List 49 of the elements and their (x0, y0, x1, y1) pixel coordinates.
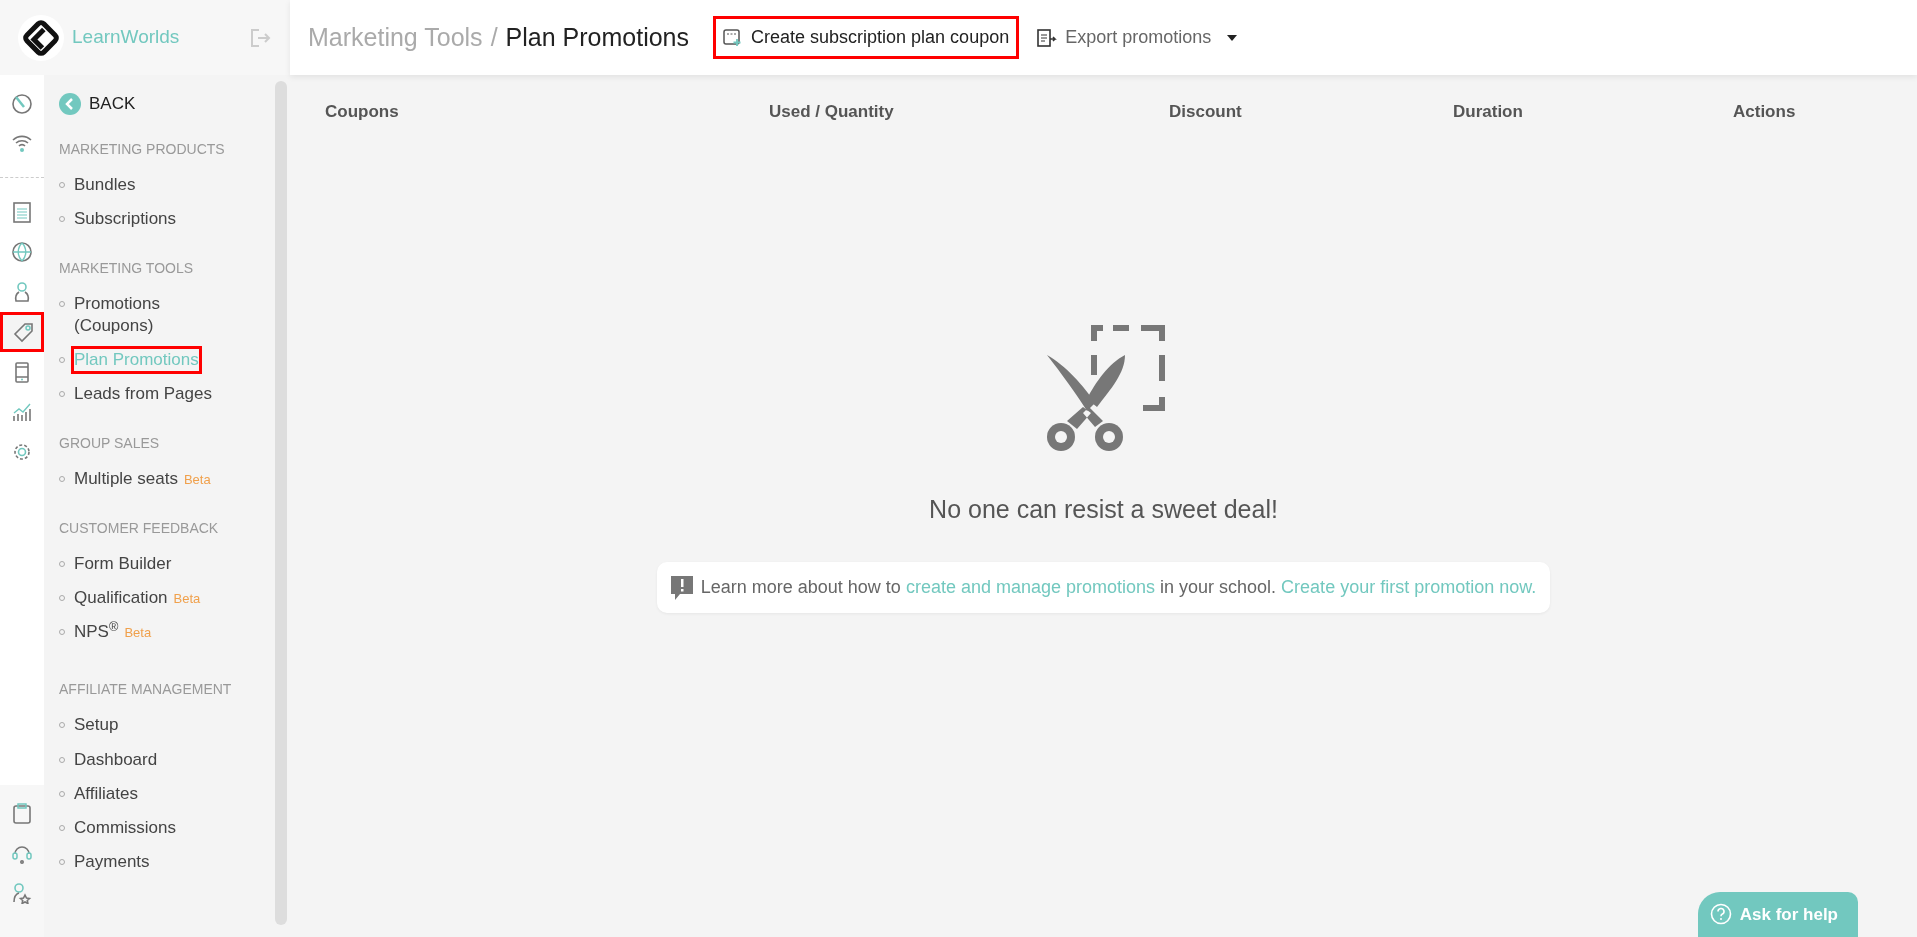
sidebar-item[interactable]: Form Builder (74, 553, 172, 576)
section-heading: AFFILIATE MANAGEMENT (59, 680, 233, 700)
sidebar-item[interactable]: Qualification (74, 587, 168, 610)
settings-icon (11, 441, 33, 463)
chart-icon (11, 401, 33, 423)
logo-icon[interactable] (18, 14, 64, 61)
beta-label: Beta (173, 590, 201, 609)
sidebar-item[interactable]: Multiple seats (74, 468, 178, 491)
sidebar-item[interactable]: NPS$^{®}$ (74, 621, 119, 644)
brand-name: LearnWorlds (72, 25, 180, 50)
page-title: Plan Promotions (505, 21, 689, 53)
caret-icon (1227, 34, 1238, 41)
column-header: Used / Quantity (769, 101, 895, 123)
section-heading: MARKETING TOOLS (59, 258, 195, 278)
section-heading: GROUP SALES (59, 434, 161, 454)
document-icon (11, 201, 33, 223)
beta-label: Beta (124, 624, 152, 643)
sidebar-item[interactable]: Subscriptions (74, 207, 177, 230)
clipboard-icon (11, 802, 33, 824)
sidebar-item[interactable]: Bundles (74, 173, 136, 196)
breadcrumb-separator: / (490, 21, 498, 53)
section-heading: CUSTOMER FEEDBACK (59, 519, 220, 539)
back-icon (59, 92, 81, 115)
empty-state-message: No one can resist a sweet deal! (929, 493, 1278, 525)
alert-icon (670, 575, 693, 600)
beta-label: Beta (183, 471, 211, 490)
sidebar-item[interactable]: Promotions (Coupons) (74, 292, 184, 337)
back-button[interactable]: BACK (59, 91, 136, 117)
column-header: Actions (1733, 101, 1797, 123)
info-text: Learn more about how to create and manage promotions in your school. Create your first promotion now. (700, 576, 1537, 599)
sidebar-item[interactable]: Payments (74, 850, 150, 873)
user-star-icon (11, 882, 33, 904)
gauge-icon (11, 92, 33, 114)
sidebar-item[interactable]: Setup (74, 714, 119, 737)
export-icon (1037, 28, 1058, 47)
sidebar-item[interactable]: Leads from Pages (74, 382, 212, 406)
section-heading: MARKETING PRODUCTS (59, 139, 226, 159)
column-header: Duration (1453, 101, 1524, 123)
column-header: Discount (1169, 101, 1243, 123)
help-icon (1709, 903, 1732, 926)
tag-icon (12, 321, 35, 343)
sidebar-item[interactable]: Affiliates (74, 782, 138, 805)
column-header: Coupons (325, 101, 400, 123)
sidebar-item[interactable]: Dashboard (74, 748, 158, 771)
coupon-add-icon (723, 28, 743, 47)
sidebar-item[interactable]: Commissions (74, 816, 177, 839)
globe-icon (11, 241, 33, 263)
create-coupon-button[interactable]: Create subscription plan coupon (713, 16, 1020, 59)
rail-button[interactable] (0, 312, 44, 352)
